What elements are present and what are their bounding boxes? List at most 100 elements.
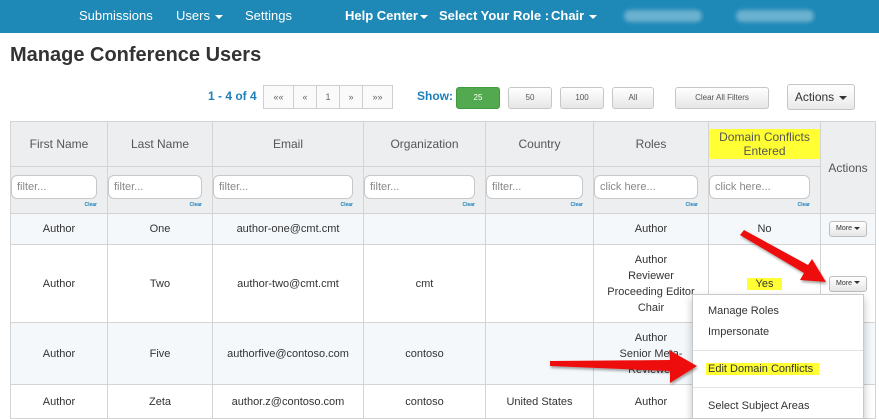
cell-organization <box>363 213 486 245</box>
nav-settings[interactable]: Settings <box>245 0 292 33</box>
col-organization[interactable]: Organization <box>363 121 486 167</box>
cell-first-name: Author <box>10 244 108 323</box>
filter-last-name-input[interactable]: filter... <box>108 175 202 199</box>
pager-prev[interactable]: « <box>293 85 317 109</box>
role-selector[interactable]: Chair <box>551 0 598 33</box>
filter-email-input[interactable]: filter... <box>213 175 353 199</box>
col-domain-conflicts[interactable]: Domain Conflicts Entered <box>708 121 821 167</box>
caret-down-icon <box>853 226 860 230</box>
cell-organization: contoso <box>363 322 486 385</box>
caret-down-icon <box>853 281 860 285</box>
clear-all-filters-button[interactable]: Clear All Filters <box>675 87 769 109</box>
clear-filter-link[interactable]: Clear <box>797 202 810 208</box>
filter-cell: filter... Clear <box>363 166 486 214</box>
clear-filter-link[interactable]: Clear <box>570 202 583 208</box>
menu-item-edit-domain-conflicts[interactable]: Edit Domain Conflicts <box>706 363 820 375</box>
filter-cell: filter... Clear <box>107 166 213 214</box>
role-item: Author <box>634 223 668 235</box>
nav-help-center[interactable]: Help Center <box>345 0 428 33</box>
filter-country-input[interactable]: filter... <box>486 175 583 199</box>
header-row: First Name Last Name Email Organization … <box>10 121 876 214</box>
role-item: Author <box>634 253 668 266</box>
more-actions-menu: Manage Roles Impersonate Edit Domain Con… <box>692 294 864 419</box>
caret-down-icon <box>839 95 848 100</box>
col-email[interactable]: Email <box>212 121 364 167</box>
filter-row: filter... Clear filter... Clear filter... C… <box>10 166 876 214</box>
cell-country <box>485 213 594 245</box>
page-title: Manage Conference Users <box>10 44 262 66</box>
col-first-name[interactable]: First Name <box>10 121 108 167</box>
cell-email: authorfive@contoso.com <box>212 322 364 385</box>
clear-filter-link[interactable]: Clear <box>685 202 698 208</box>
more-label: More <box>836 279 852 287</box>
more-button[interactable]: More <box>829 275 867 292</box>
col-country[interactable]: Country <box>485 121 594 167</box>
pager-first[interactable]: «« <box>263 85 294 109</box>
cell-email: author-two@cmt.cmt <box>212 244 364 323</box>
clear-filter-link[interactable]: Clear <box>189 202 202 208</box>
user-name-redacted[interactable] <box>624 10 702 22</box>
cell-actions: More <box>820 213 876 245</box>
role-item: Reviewer <box>628 269 674 282</box>
cell-roles: Author <box>593 213 709 245</box>
cell-first-name: Author <box>10 384 108 419</box>
filter-domain-conflicts-input[interactable]: click here... <box>709 175 810 199</box>
nav-users[interactable]: Users <box>176 0 223 33</box>
nav-submissions[interactable]: Submissions <box>79 0 153 33</box>
caret-down-icon <box>419 14 428 19</box>
cell-last-name: Two <box>107 244 213 323</box>
filter-first-name-input[interactable]: filter... <box>11 175 97 199</box>
cell-domain-conflicts: No <box>708 213 821 245</box>
menu-item-impersonate[interactable]: Impersonate <box>708 326 769 338</box>
result-range: 1 - 4 of 4 <box>208 89 257 103</box>
col-actions: Actions <box>820 121 876 214</box>
conflicts-yes-value: Yes <box>746 277 783 290</box>
actions-dropdown-button[interactable]: Actions <box>787 84 855 110</box>
select-role-label: Select Your Role : <box>439 8 550 23</box>
pager-next[interactable]: » <box>339 85 363 109</box>
menu-divider <box>693 350 863 351</box>
table-row: Author One author-one@cmt.cmt Author No … <box>10 213 876 245</box>
more-label: More <box>836 225 852 232</box>
cell-last-name: Five <box>107 322 213 385</box>
caret-down-icon <box>214 14 223 19</box>
nav-users-label: Users <box>176 8 210 23</box>
filter-cell: filter... Clear <box>10 166 108 214</box>
filter-organization-input[interactable]: filter... <box>364 175 475 199</box>
col-roles[interactable]: Roles <box>593 121 709 167</box>
cell-last-name: Zeta <box>107 384 213 419</box>
cell-email: author-one@cmt.cmt <box>212 213 364 245</box>
col-last-name[interactable]: Last Name <box>107 121 213 167</box>
actions-label: Actions <box>794 90 835 104</box>
pager-last[interactable]: »» <box>362 85 393 109</box>
filter-roles-input[interactable]: click here... <box>594 175 698 199</box>
pager-page-1[interactable]: 1 <box>316 85 340 109</box>
show-label: Show: <box>417 89 453 103</box>
role-item: Chair <box>637 301 665 314</box>
role-item: Author <box>634 331 668 344</box>
role-item: Reviewer <box>628 363 674 376</box>
more-button[interactable]: More <box>829 221 867 237</box>
pager: «« « 1 » »» <box>263 85 393 109</box>
page-size-100[interactable]: 100 <box>560 87 604 109</box>
role-selector-label: Chair <box>551 8 585 23</box>
page-size-50[interactable]: 50 <box>508 87 552 109</box>
cell-country <box>485 244 594 323</box>
filter-cell: click here... Clear <box>708 166 821 214</box>
clear-filter-link[interactable]: Clear <box>462 202 475 208</box>
nav-help-center-label: Help Center <box>345 8 418 23</box>
cell-country: United States <box>485 384 594 419</box>
menu-divider <box>693 387 863 388</box>
clear-filter-link[interactable]: Clear <box>84 202 97 208</box>
filter-cell: click here... Clear <box>593 166 709 214</box>
menu-item-manage-roles[interactable]: Manage Roles <box>708 305 779 317</box>
page-size-25[interactable]: 25 <box>456 87 500 109</box>
menu-item-select-subject-areas[interactable]: Select Subject Areas <box>708 400 810 412</box>
top-navbar: Submissions Users Settings Help Center S… <box>0 0 879 33</box>
user-email-redacted[interactable] <box>736 10 814 22</box>
filter-cell: filter... Clear <box>485 166 594 214</box>
cell-email: author.z@contoso.com <box>212 384 364 419</box>
page-size-all[interactable]: All <box>612 87 654 109</box>
clear-filter-link[interactable]: Clear <box>340 202 353 208</box>
role-item: Proceeding Editor <box>607 285 695 298</box>
